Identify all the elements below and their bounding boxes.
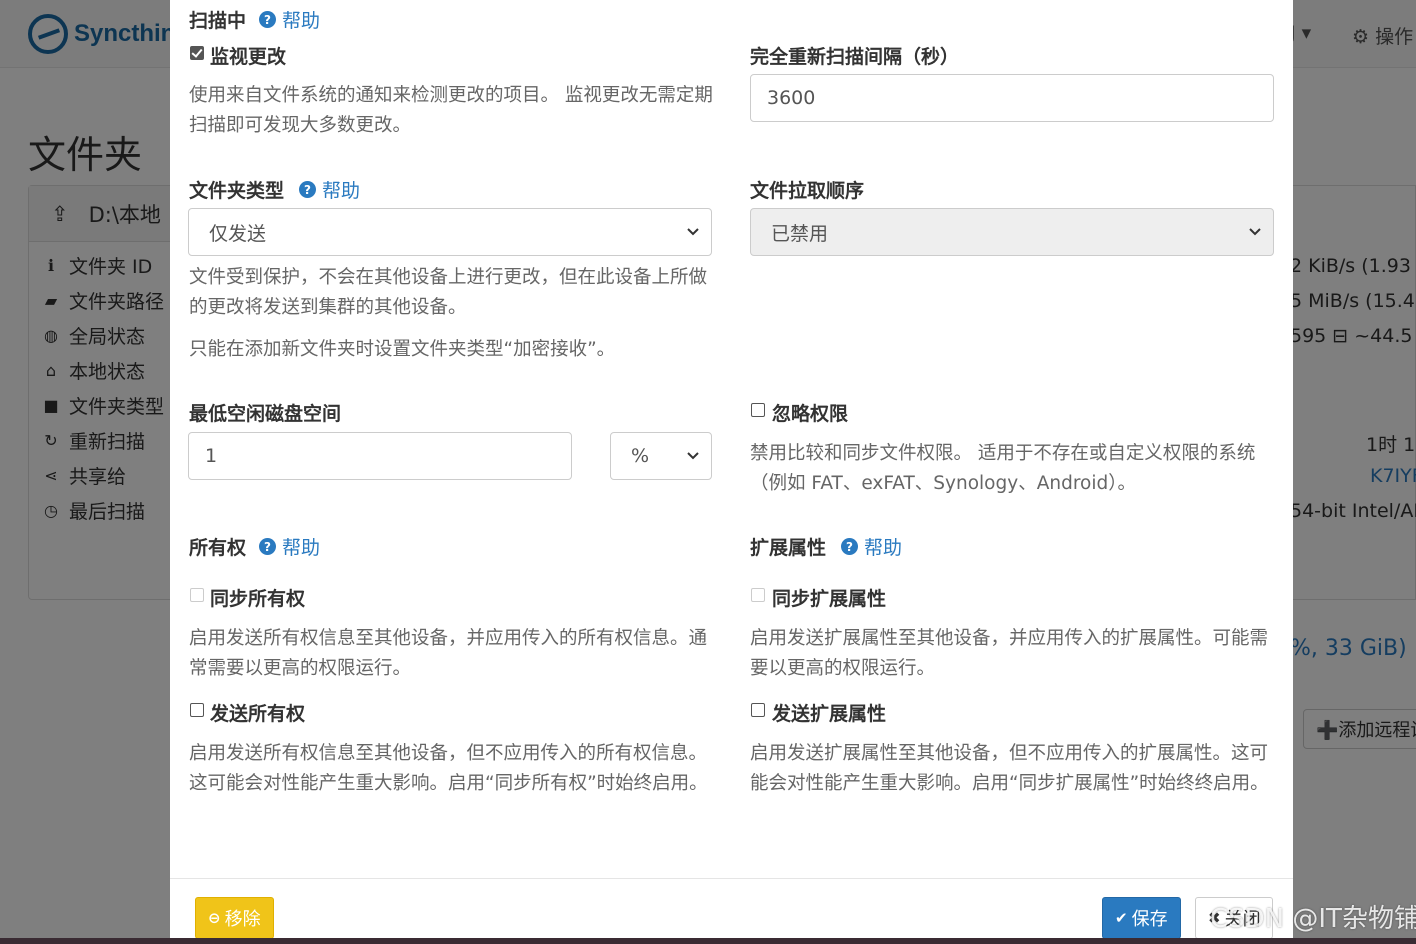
folder-type-value: 仅发送: [209, 222, 267, 245]
ownership-help-link[interactable]: ? 帮助: [259, 533, 320, 560]
send-xattrs-description: 启用发送扩展属性至其他设备，但不应用传入的扩展属性。这可能会对性能产生重大影响。…: [750, 743, 1269, 794]
question-icon: ?: [259, 538, 276, 555]
ignore-permissions-description: 禁用比较和同步文件权限。 适用于不存在或自定义权限的系统（例如 FAT、exFA…: [750, 443, 1256, 494]
min-disk-label: 最低空闲磁盘空间: [189, 403, 342, 425]
pull-order-value: 已禁用: [771, 222, 829, 245]
question-icon: ?: [259, 11, 276, 28]
edit-folder-modal: 扫描中 ? 帮助 监视更改 使用来自文件系统的通知来检测更改的项目。 监视更改无需…: [170, 0, 1293, 944]
min-disk-unit-select[interactable]: %: [610, 432, 712, 480]
scanning-label: 扫描中: [189, 10, 247, 32]
folder-type-description: 文件受到保护，不会在其他设备上进行更改，但在此设备上所做的更改将发送到集群的其他…: [189, 267, 708, 318]
save-label: 保存: [1131, 909, 1168, 930]
ignore-permissions-checkbox[interactable]: [751, 403, 765, 417]
chevron-down-icon: [687, 228, 699, 236]
question-icon: ?: [841, 538, 858, 555]
min-disk-input[interactable]: 1: [188, 432, 572, 480]
remove-button[interactable]: ⊖ 移除: [195, 897, 274, 939]
folder-type-label: 文件夹类型: [189, 180, 285, 202]
send-ownership-label: 发送所有权: [210, 703, 306, 725]
help-text: 帮助: [322, 180, 361, 202]
chevron-down-icon: [1249, 228, 1261, 236]
help-text: 帮助: [282, 537, 321, 559]
check-icon: ✔: [1115, 909, 1128, 927]
minus-circle-icon: ⊖: [208, 909, 221, 927]
watch-changes-label: 监视更改: [210, 46, 287, 68]
close-icon: ✖: [1208, 909, 1221, 927]
rescan-interval-label: 完全重新扫描间隔（秒）: [750, 46, 960, 68]
xattrs-help-link[interactable]: ? 帮助: [841, 533, 902, 560]
send-ownership-checkbox[interactable]: [190, 703, 204, 717]
remove-label: 移除: [224, 909, 261, 930]
watch-changes-checkbox[interactable]: [190, 46, 204, 60]
help-text: 帮助: [282, 10, 321, 32]
close-button[interactable]: ✖ 关闭: [1195, 897, 1273, 939]
pull-order-select: 已禁用: [750, 208, 1274, 256]
send-ownership-description: 启用发送所有权信息至其他设备，但不应用传入的所有权信息。这可能会对性能产生重大影…: [189, 743, 708, 794]
modal-footer-divider: [170, 878, 1293, 879]
ownership-label: 所有权: [189, 537, 247, 559]
folder-type-select[interactable]: 仅发送: [188, 208, 712, 256]
sync-xattrs-checkbox[interactable]: [751, 588, 765, 602]
help-text: 帮助: [864, 537, 903, 559]
question-icon: ?: [299, 181, 316, 198]
close-label: 关闭: [1224, 909, 1261, 930]
sync-ownership-description: 启用发送所有权信息至其他设备，并应用传入的所有权信息。通常需要以更高的权限运行。: [189, 628, 708, 679]
min-disk-unit-value: %: [631, 445, 650, 467]
sync-ownership-label: 同步所有权: [210, 588, 306, 610]
sync-ownership-checkbox[interactable]: [190, 588, 204, 602]
sync-xattrs-label: 同步扩展属性: [772, 588, 887, 610]
sync-xattrs-description: 启用发送扩展属性至其他设备，并应用传入的扩展属性。可能需要以更高的权限运行。: [750, 628, 1269, 679]
folder-type-note: 只能在添加新文件夹时设置文件夹类型“加密接收”。: [189, 339, 616, 360]
folder-type-help-link[interactable]: ? 帮助: [299, 176, 360, 203]
send-xattrs-checkbox[interactable]: [751, 703, 765, 717]
pull-order-label: 文件拉取顺序: [750, 180, 865, 202]
send-xattrs-label: 发送扩展属性: [772, 703, 887, 725]
scanning-help-link[interactable]: ? 帮助: [259, 6, 320, 33]
chevron-down-icon: [687, 452, 699, 460]
taskbar-strip: [0, 938, 1416, 944]
ignore-permissions-label: 忽略权限: [772, 403, 849, 425]
rescan-interval-input[interactable]: 3600: [750, 74, 1274, 122]
save-button[interactable]: ✔ 保存: [1102, 897, 1181, 939]
xattrs-label: 扩展属性: [750, 537, 827, 559]
watch-changes-description: 使用来自文件系统的通知来检测更改的项目。 监视更改无需定期扫描即可发现大多数更改…: [189, 85, 713, 136]
